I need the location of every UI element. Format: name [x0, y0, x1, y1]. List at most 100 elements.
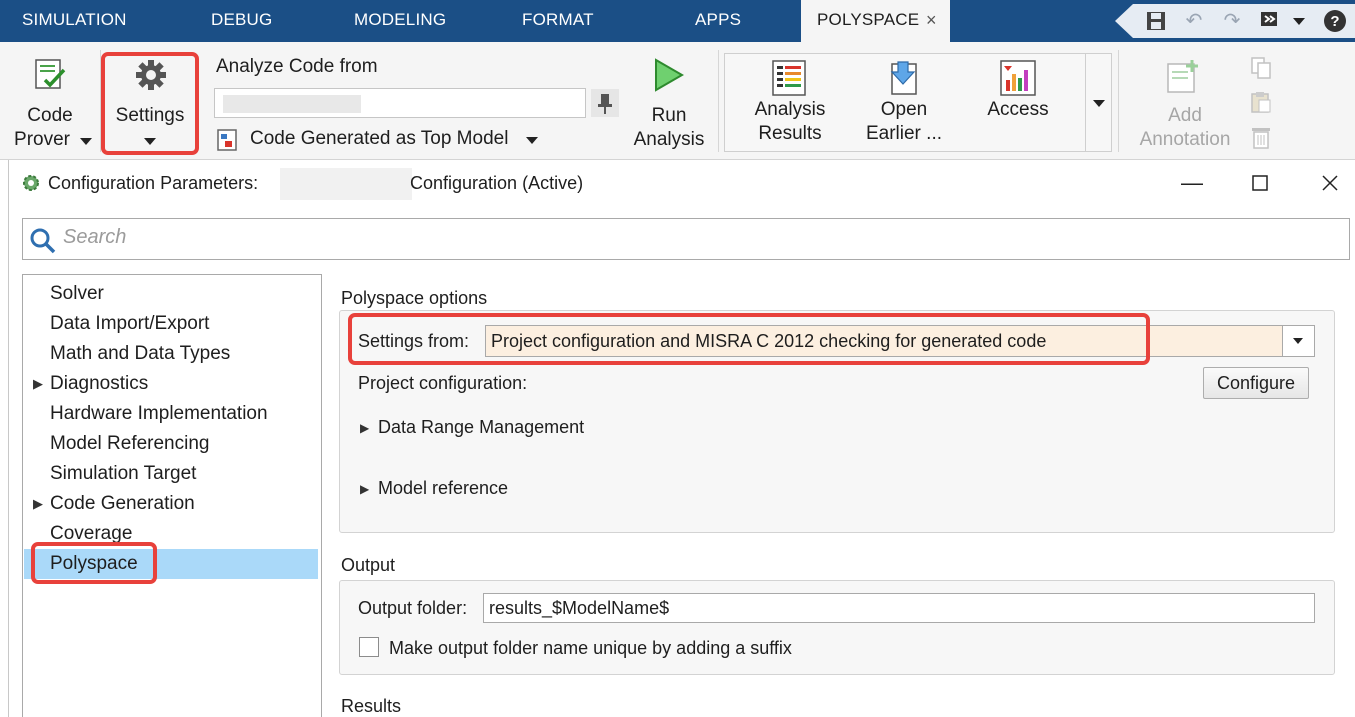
add-annotation-label-2: Annotation [1139, 129, 1231, 150]
pin-icon[interactable] [591, 89, 619, 117]
tree-item-math-data-types[interactable]: Math and Data Types [50, 339, 230, 369]
tab-polyspace-label: POLYSPACE [817, 10, 920, 29]
chevron-down-icon [1093, 100, 1105, 107]
access-label: Access [987, 99, 1049, 120]
output-title: Output [341, 555, 396, 575]
code-prover-button[interactable]: Code Prover [6, 50, 96, 154]
settings-label: Settings [115, 105, 185, 126]
run-analysis-button[interactable]: Run Analysis [628, 54, 710, 154]
unique-suffix-checkbox[interactable] [359, 637, 379, 657]
chevron-down-icon [144, 138, 156, 145]
model-icon [217, 129, 237, 151]
tab-modeling[interactable]: MODELING [354, 0, 446, 42]
quick-access-icon[interactable] [1257, 4, 1283, 38]
run-analysis-label-2: Analysis [633, 129, 705, 150]
code-prover-label-1: Code [27, 105, 73, 126]
unique-suffix-label: Make output folder name unique by adding… [389, 638, 792, 658]
run-analysis-label-1: Run [651, 105, 687, 126]
tree-item-code-generation[interactable]: Code Generation [50, 489, 195, 519]
redacted-title [280, 168, 412, 200]
chevron-down-icon[interactable] [1293, 18, 1305, 25]
settings-icon [23, 175, 39, 191]
access-icon [1000, 60, 1036, 96]
tree-item-hardware-implementation[interactable]: Hardware Implementation [50, 399, 268, 429]
open-earlier-label-2: Earlier ... [865, 123, 943, 144]
expand-icon[interactable]: ▶ [33, 376, 43, 392]
code-generated-dropdown[interactable]: Code Generated as Top Model [214, 126, 544, 154]
analysis-results-label-2: Results [758, 123, 822, 144]
tab-simulation[interactable]: SIMULATION [22, 0, 127, 42]
configure-button[interactable]: Configure [1203, 367, 1309, 399]
gear-icon [136, 60, 166, 90]
results-title: Results [341, 696, 402, 716]
trash-icon[interactable] [1250, 124, 1272, 150]
settings-from-dropdown[interactable] [1282, 326, 1314, 356]
run-icon [655, 58, 685, 92]
redacted-field [223, 95, 361, 113]
output-folder-label: Output folder: [358, 598, 468, 618]
expand-icon[interactable]: ▶ [33, 496, 43, 512]
tree-item-diagnostics[interactable]: Diagnostics [50, 369, 148, 399]
help-icon[interactable]: ? [1321, 4, 1349, 38]
undo-icon[interactable]: ↶ [1181, 4, 1207, 38]
project-configuration-label: Project configuration: [358, 373, 528, 393]
polyspace-options-title: Polyspace options [341, 288, 488, 308]
add-annotation-label-1: Add [1168, 105, 1202, 126]
tree-item-simulation-target[interactable]: Simulation Target [50, 459, 196, 489]
settings-from-select[interactable]: Project configuration and MISRA C 2012 c… [485, 325, 1315, 357]
paste-icon[interactable] [1250, 90, 1272, 114]
chevron-down-icon [80, 138, 92, 145]
settings-from-label: Settings from: [358, 331, 470, 351]
open-earlier-label-1: Open [880, 99, 928, 120]
ribbon-divider [718, 50, 719, 152]
dialog-title-prefix: Configuration Parameters: [48, 173, 259, 193]
settings-from-value: Project configuration and MISRA C 2012 c… [491, 331, 1047, 351]
analyze-code-from-label: Analyze Code from [216, 56, 378, 77]
tab-format[interactable]: FORMAT [522, 0, 594, 42]
expand-icon[interactable]: ▶ [360, 421, 369, 435]
save-icon[interactable] [1143, 4, 1169, 38]
redo-icon[interactable]: ↷ [1219, 4, 1245, 38]
open-earlier-button[interactable]: Open Earlier ... [858, 58, 950, 148]
expand-icon[interactable]: ▶ [360, 482, 369, 496]
chevron-down-icon [1293, 338, 1303, 344]
open-earlier-icon [890, 61, 917, 95]
copy-icon[interactable] [1250, 56, 1272, 80]
output-folder-value: results_$ModelName$ [489, 598, 670, 618]
tree-item-model-referencing[interactable]: Model Referencing [50, 429, 209, 459]
close-tab-icon[interactable]: × [926, 10, 937, 31]
close-button[interactable] [1310, 166, 1350, 200]
output-folder-input[interactable]: results_$ModelName$ [483, 593, 1315, 623]
code-prover-icon [35, 59, 66, 89]
toolstrip-tabbar: SIMULATION DEBUG MODELING FORMAT APPS PO… [0, 0, 1355, 42]
model-reference-section[interactable]: Model reference [378, 478, 508, 499]
gallery-expand-button[interactable] [1085, 54, 1111, 152]
maximize-button[interactable] [1240, 166, 1280, 200]
tab-apps[interactable]: APPS [695, 0, 741, 42]
tree-item-polyspace[interactable]: Polyspace [50, 549, 138, 579]
add-annotation-icon [1167, 60, 1198, 93]
analyze-code-from-input[interactable] [214, 88, 586, 118]
analysis-results-button[interactable]: Analysis Results [744, 58, 836, 148]
analysis-results-label-1: Analysis [754, 99, 826, 120]
code-generated-label: Code Generated as Top Model [250, 128, 509, 149]
chevron-down-icon [526, 137, 538, 144]
access-button[interactable]: Access [972, 58, 1064, 148]
svg-text:?: ? [1330, 13, 1339, 30]
analysis-results-icon [772, 60, 806, 96]
minimize-button[interactable]: — [1172, 166, 1212, 200]
dialog-title-suffix: Configuration (Active) [410, 173, 584, 193]
settings-button[interactable]: Settings [104, 54, 196, 152]
search-placeholder: Search [63, 226, 127, 248]
code-prover-label-2: Prover [14, 129, 70, 150]
search-icon [30, 228, 56, 254]
data-range-management-section[interactable]: Data Range Management [378, 417, 584, 438]
tree-item-solver[interactable]: Solver [50, 279, 104, 309]
quick-access-toolbar: ↶ ↷ ? [1115, 4, 1355, 38]
add-annotation-button[interactable]: Add Annotation [1130, 54, 1240, 154]
search-input[interactable] [22, 218, 1350, 260]
tab-debug[interactable]: DEBUG [211, 0, 272, 42]
ribbon-divider [100, 50, 101, 152]
tree-item-coverage[interactable]: Coverage [50, 519, 132, 549]
tree-item-data-import-export[interactable]: Data Import/Export [50, 309, 209, 339]
